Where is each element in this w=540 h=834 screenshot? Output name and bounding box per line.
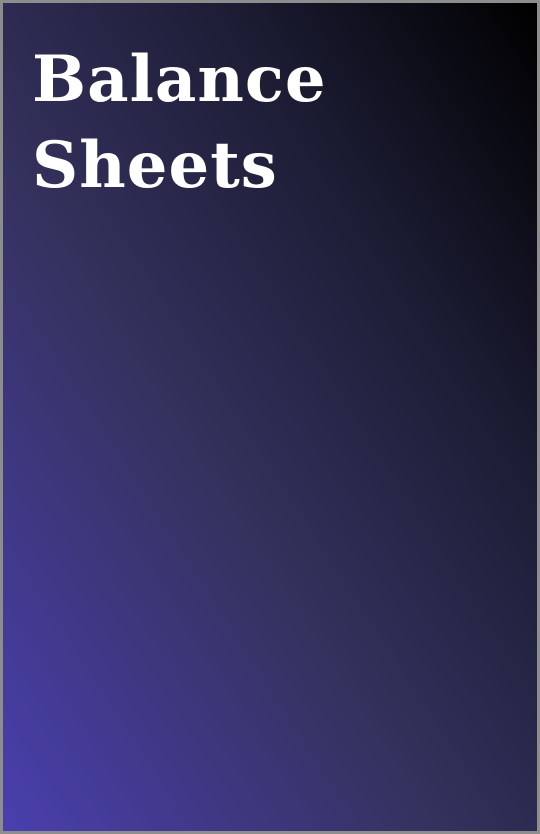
cover-title: Balance Sheets xyxy=(32,37,327,209)
cover-card: Balance Sheets xyxy=(0,0,540,834)
cover-title-line-1: Balance xyxy=(32,42,327,117)
cover-title-line-2: Sheets xyxy=(32,128,278,203)
